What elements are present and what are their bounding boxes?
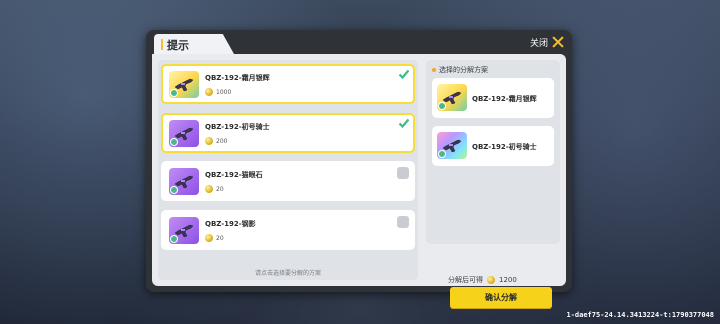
skin-thumbnail <box>169 120 199 147</box>
badge-icon <box>438 102 446 110</box>
skin-item[interactable]: QBZ-192-猫眼石 20 <box>161 161 415 201</box>
dialog-title: 提示 <box>167 39 189 52</box>
close-label: 关闭 <box>529 38 548 49</box>
price-value: 20 <box>216 234 224 242</box>
selected-plan-item: QBZ-192-霜月银辉 <box>432 78 554 118</box>
title-tab <box>154 34 234 54</box>
skin-thumbnail <box>169 168 199 195</box>
skin-item[interactable]: QBZ-192-钢影 20 <box>161 210 415 250</box>
coin-icon <box>205 234 213 242</box>
skin-price: 20 <box>205 234 224 242</box>
build-id: 1-daef75-24.14.3413224-t:1790377048 <box>566 311 714 319</box>
check-icon[interactable] <box>398 68 410 80</box>
result-row: 分解后可得 1200 <box>448 275 517 285</box>
skin-name: QBZ-192-初号骑士 <box>205 123 270 131</box>
hint-text: 请点击选择要分解的方案 <box>254 270 321 277</box>
coin-icon <box>205 137 213 145</box>
dialog-body: QBZ-192-霜月银辉 1000 QBZ-192-初号骑士 200 QBZ-192-猫… <box>152 54 566 308</box>
badge-icon <box>170 138 178 146</box>
confirm-decompose-button[interactable]: 确认分解 <box>450 287 552 308</box>
price-value: 200 <box>216 137 228 145</box>
skin-name: QBZ-192-猫眼石 <box>205 171 263 179</box>
close-button[interactable]: 关闭 <box>530 33 564 51</box>
plan-thumbnail <box>437 84 467 111</box>
check-icon[interactable] <box>398 117 410 129</box>
coin-icon <box>205 88 213 96</box>
selected-plans-title-text: 选择的分解方案 <box>439 66 488 74</box>
title-accent <box>161 39 163 50</box>
unchecked-checkbox[interactable] <box>397 216 409 228</box>
badge-icon <box>438 150 446 158</box>
plan-thumbnail <box>437 132 467 159</box>
skin-list: QBZ-192-霜月银辉 1000 QBZ-192-初号骑士 200 QBZ-192-猫… <box>158 60 418 280</box>
skin-price: 1000 <box>205 88 231 96</box>
result-value: 1200 <box>499 276 517 284</box>
badge-icon <box>170 89 178 97</box>
selected-plan-item: QBZ-192-初号骑士 <box>432 126 554 166</box>
bullet-dot <box>432 68 436 72</box>
skin-price: 20 <box>205 185 224 193</box>
decompose-dialog: 提示 关闭 QBZ-192-霜月银辉 1000 QBZ-192-初号骑士 200 QBZ… <box>146 30 572 308</box>
price-value: 20 <box>216 185 224 193</box>
skin-thumbnail <box>169 71 199 98</box>
plan-name: QBZ-192-霜月银辉 <box>472 95 537 103</box>
skin-thumbnail <box>169 217 199 244</box>
price-value: 1000 <box>216 88 232 96</box>
skin-name: QBZ-192-霜月银辉 <box>205 74 270 82</box>
skin-item[interactable]: QBZ-192-霜月银辉 1000 <box>161 64 415 104</box>
coin-icon <box>487 276 495 284</box>
badge-icon <box>170 186 178 194</box>
skin-price: 200 <box>205 137 227 145</box>
unchecked-checkbox[interactable] <box>397 167 409 179</box>
badge-icon <box>170 235 178 243</box>
close-icon <box>552 36 564 48</box>
skin-name: QBZ-192-钢影 <box>205 220 256 228</box>
skin-item[interactable]: QBZ-192-初号骑士 200 <box>161 113 415 153</box>
selected-plans-title: 选择的分解方案 <box>432 65 488 75</box>
selected-plans-panel: 选择的分解方案 QBZ-192-霜月银辉 QBZ-192-初号骑士 <box>426 60 560 244</box>
plan-name: QBZ-192-初号骑士 <box>472 143 537 151</box>
coin-icon <box>205 185 213 193</box>
result-label: 分解后可得 <box>448 276 483 284</box>
